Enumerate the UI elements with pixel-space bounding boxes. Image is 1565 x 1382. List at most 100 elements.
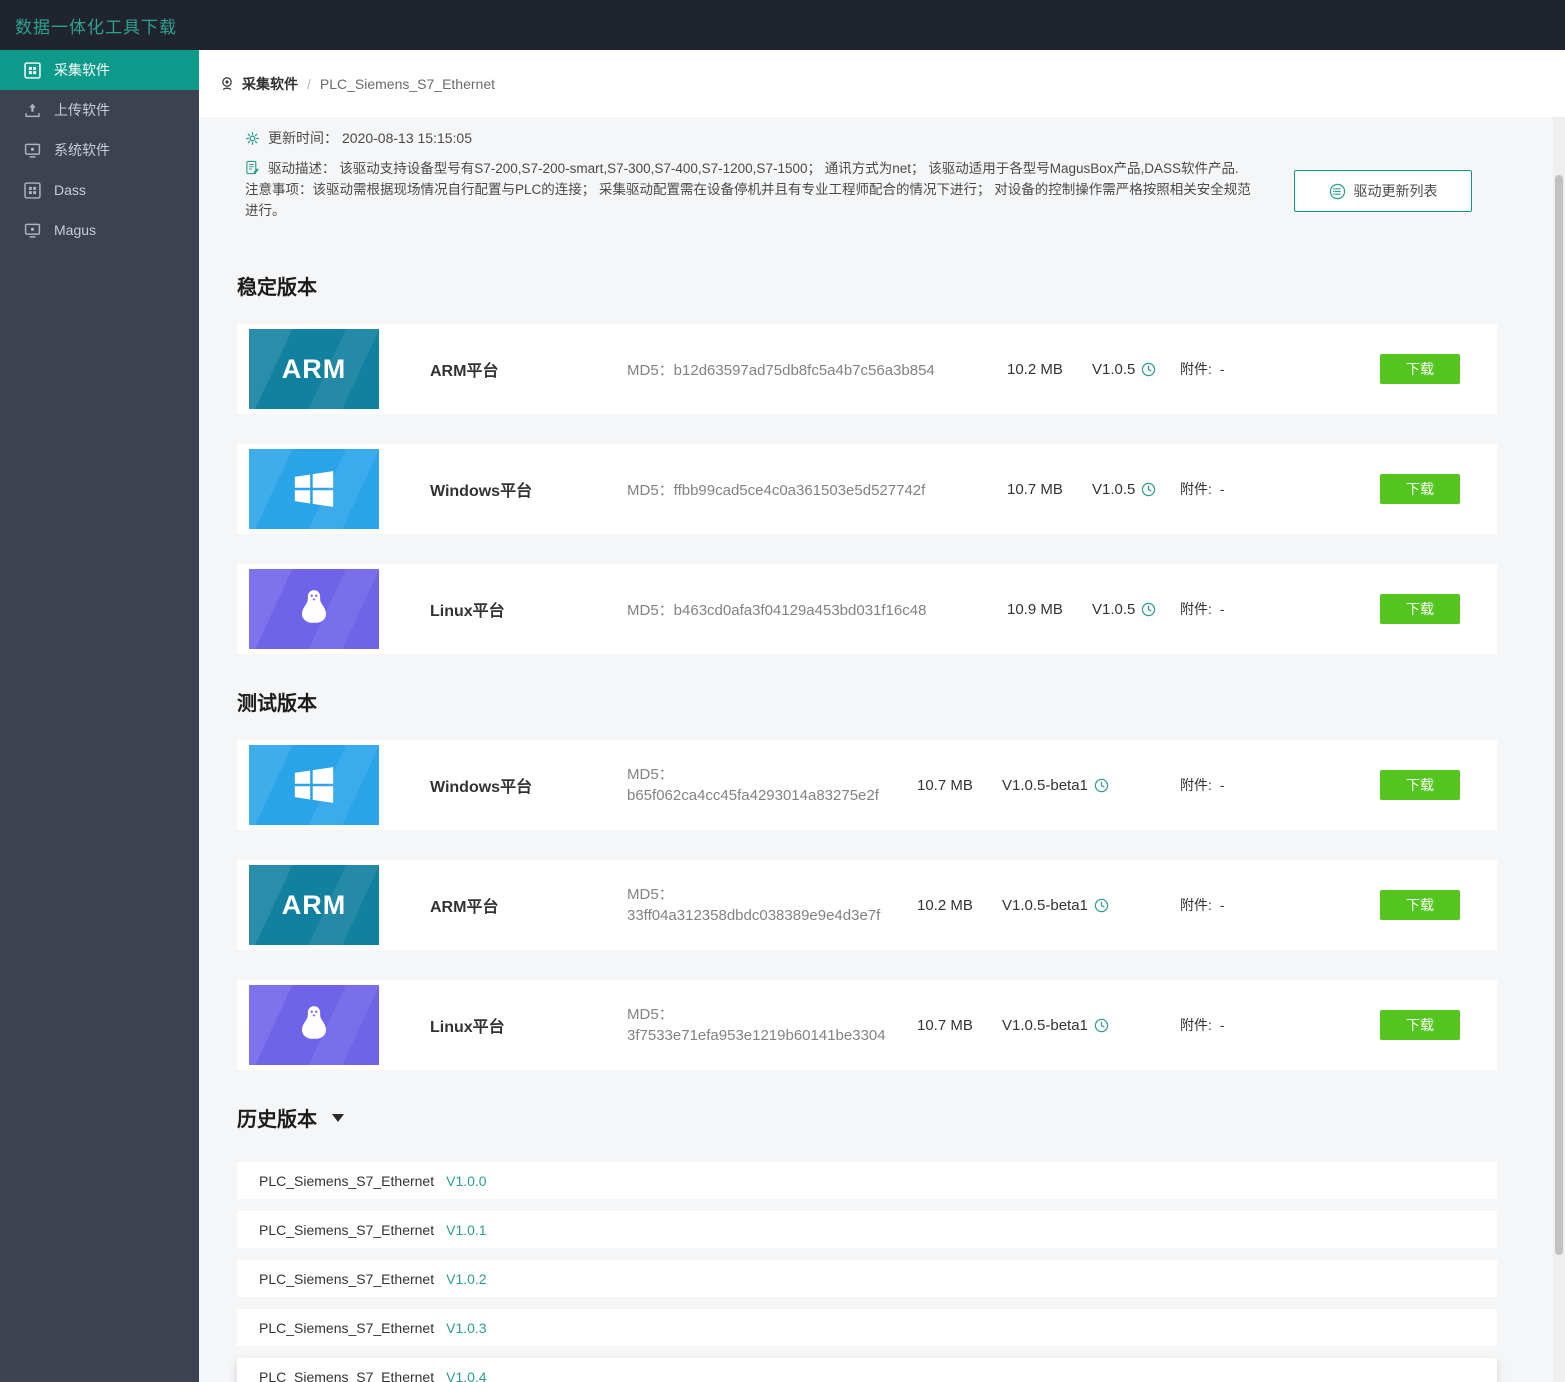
clock-icon [1142, 602, 1156, 616]
sidebar-item-collect-software[interactable]: 采集软件 [0, 50, 199, 90]
download-card-linux-stable: Linux平台 MD5：b463cd0afa3f04129a453bd031f1… [237, 564, 1497, 654]
sidebar-item-label: Magus [54, 222, 97, 238]
attachment-value: - [1219, 481, 1225, 497]
grid-box-icon [24, 61, 41, 79]
sidebar-item-dass[interactable]: Dass [0, 170, 199, 210]
md5-label: MD5： [627, 886, 674, 903]
arm-logo: ARM [249, 329, 379, 409]
attachment: 附件: - [1180, 775, 1330, 795]
sidebar-item-system-software[interactable]: 系统软件 [0, 130, 199, 170]
arm-logo-label: ARM [281, 889, 347, 920]
version-info: V1.0.5-beta1 [1002, 777, 1180, 794]
download-button[interactable]: 下载 [1380, 594, 1460, 624]
attachment: 附件: - [1180, 479, 1330, 499]
clock-icon [1094, 898, 1109, 912]
history-item[interactable]: PLC_Siemens_S7_Ethernet V1.0.4 [237, 1358, 1497, 1382]
sidebar: 采集软件 上传软件 系统软件 Dass Magus [0, 50, 199, 1382]
history-item[interactable]: PLC_Siemens_S7_Ethernet V1.0.2 [237, 1260, 1497, 1297]
version-value: V1.0.5-beta1 [1002, 776, 1088, 794]
download-button[interactable]: 下载 [1380, 1010, 1460, 1040]
attachment-label: 附件: [1180, 897, 1212, 913]
attachment-value: - [1219, 601, 1225, 617]
download-card-arm-stable: ARM ARM平台 MD5：b12d63597ad75db8fc5a4b7c56… [237, 324, 1497, 414]
history-item-name: PLC_Siemens_S7_Ethernet [259, 1270, 435, 1287]
md5-hash: MD5： 3f7533e71efa953e1219b60141be3304 [627, 1004, 917, 1046]
history-item-version[interactable]: V1.0.3 [446, 1320, 486, 1336]
history-item-version[interactable]: V1.0.4 [446, 1369, 486, 1382]
file-size: 10.7 MB [917, 776, 973, 794]
version-value: V1.0.5-beta1 [1002, 1016, 1088, 1034]
history-item-name: PLC_Siemens_S7_Ethernet [259, 1368, 435, 1382]
attachment-value: - [1219, 1017, 1225, 1033]
download-card-linux-beta: Linux平台 MD5： 3f7533e71efa953e1219b60141be… [237, 980, 1497, 1070]
breadcrumb: 采集软件 / PLC_Siemens_S7_Ethernet [199, 50, 1565, 117]
md5-value: b12d63597ad75db8fc5a4b7c56a3b854 [673, 361, 935, 379]
grid-box-icon [24, 181, 41, 199]
file-size: 10.7 MB [917, 1016, 973, 1034]
download-button[interactable]: 下载 [1380, 474, 1460, 504]
version-info: V1.0.5-beta1 [1002, 1017, 1180, 1034]
version-value: V1.0.5-beta1 [1002, 896, 1088, 914]
sidebar-item-upload-software[interactable]: 上传软件 [0, 90, 199, 130]
attachment: 附件: - [1180, 359, 1330, 379]
stable-section-title: 稳定版本 [237, 271, 1497, 300]
download-card-windows-beta: Windows平台 MD5： b65f062ca4cc45fa4293014a83… [237, 740, 1497, 830]
stable-section-title-text: 稳定版本 [237, 277, 317, 299]
attachment-label: 附件: [1180, 361, 1212, 377]
download-card-windows-stable: Windows平台 MD5：ffbb99cad5ce4c0a361503e5d5… [237, 444, 1497, 534]
history-section-title: 历史版本 [237, 1103, 1497, 1132]
windows-logo-icon [249, 745, 379, 825]
attachment-label: 附件: [1180, 1017, 1212, 1033]
download-button[interactable]: 下载 [1380, 890, 1460, 920]
upload-icon [24, 102, 41, 119]
breadcrumb-separator: / [307, 75, 311, 92]
monitor-icon [24, 142, 41, 159]
scrollbar-track[interactable] [1553, 117, 1565, 1382]
sidebar-item-label: 采集软件 [54, 62, 110, 78]
md5-hash: MD5： 33ff04a312358dbdc038389e9e4d3e7f [627, 884, 917, 926]
attachment-value: - [1219, 777, 1225, 793]
history-item-version[interactable]: V1.0.0 [446, 1173, 486, 1189]
download-button[interactable]: 下载 [1380, 770, 1460, 800]
breadcrumb-current: PLC_Siemens_S7_Ethernet [319, 75, 495, 92]
content-area: 更新时间： 2020-08-13 15:15:05 驱动描述： 该驱动支持设备型… [199, 117, 1565, 1382]
history-list: PLC_Siemens_S7_Ethernet V1.0.0 PLC_Sieme… [237, 1162, 1497, 1382]
file-size: 10.9 MB [1007, 600, 1063, 618]
linux-penguin-icon [249, 985, 379, 1065]
driver-update-list-label: 驱动更新列表 [1353, 183, 1438, 199]
scrollbar-thumb[interactable] [1555, 175, 1563, 1255]
history-item[interactable]: PLC_Siemens_S7_Ethernet V1.0.1 [237, 1211, 1497, 1248]
history-item-name: PLC_Siemens_S7_Ethernet [259, 1319, 435, 1336]
md5-label: MD5： [627, 601, 674, 619]
beta-section-title: 测试版本 [237, 687, 1497, 716]
arm-logo-label: ARM [281, 353, 347, 384]
platform-name: Linux平台 [430, 1019, 505, 1036]
clock-icon [1142, 362, 1156, 376]
breadcrumb-section[interactable]: 采集软件 [242, 74, 298, 94]
attachment-value: - [1219, 361, 1225, 377]
sidebar-item-label: 系统软件 [54, 142, 110, 158]
history-item-name: PLC_Siemens_S7_Ethernet [259, 1221, 435, 1238]
md5-value: b463cd0afa3f04129a453bd031f16c48 [673, 601, 927, 619]
download-card-arm-beta: ARM ARM平台 MD5： 33ff04a312358dbdc038389e9e… [237, 860, 1497, 950]
download-button[interactable]: 下载 [1380, 354, 1460, 384]
history-item-version[interactable]: V1.0.2 [446, 1271, 486, 1287]
sidebar-item-magus[interactable]: Magus [0, 210, 199, 250]
driver-update-list-button[interactable]: 驱动更新列表 [1294, 170, 1472, 212]
chevron-down-icon[interactable] [332, 1113, 344, 1122]
history-item[interactable]: PLC_Siemens_S7_Ethernet V1.0.3 [237, 1309, 1497, 1346]
md5-hash: MD5：b12d63597ad75db8fc5a4b7c56a3b854 [627, 359, 1007, 380]
platform-name: Windows平台 [430, 483, 533, 500]
md5-hash: MD5： b65f062ca4cc45fa4293014a83275e2f [627, 764, 917, 806]
description-text: 该驱动支持设备型号有S7-200,S7-200-smart,S7-300,S7-… [245, 161, 1251, 218]
md5-hash: MD5：ffbb99cad5ce4c0a361503e5d527742f [627, 479, 1007, 500]
history-item-version[interactable]: V1.0.1 [446, 1222, 486, 1238]
monitor-icon [24, 222, 41, 239]
sidebar-item-label: 上传软件 [54, 102, 110, 118]
clock-icon [1094, 1018, 1109, 1032]
windows-logo-icon [249, 449, 379, 529]
history-item-name: PLC_Siemens_S7_Ethernet [259, 1172, 435, 1189]
attachment: 附件: - [1180, 599, 1330, 619]
history-item[interactable]: PLC_Siemens_S7_Ethernet V1.0.0 [237, 1162, 1497, 1199]
history-section-title-text: 历史版本 [237, 1109, 317, 1131]
